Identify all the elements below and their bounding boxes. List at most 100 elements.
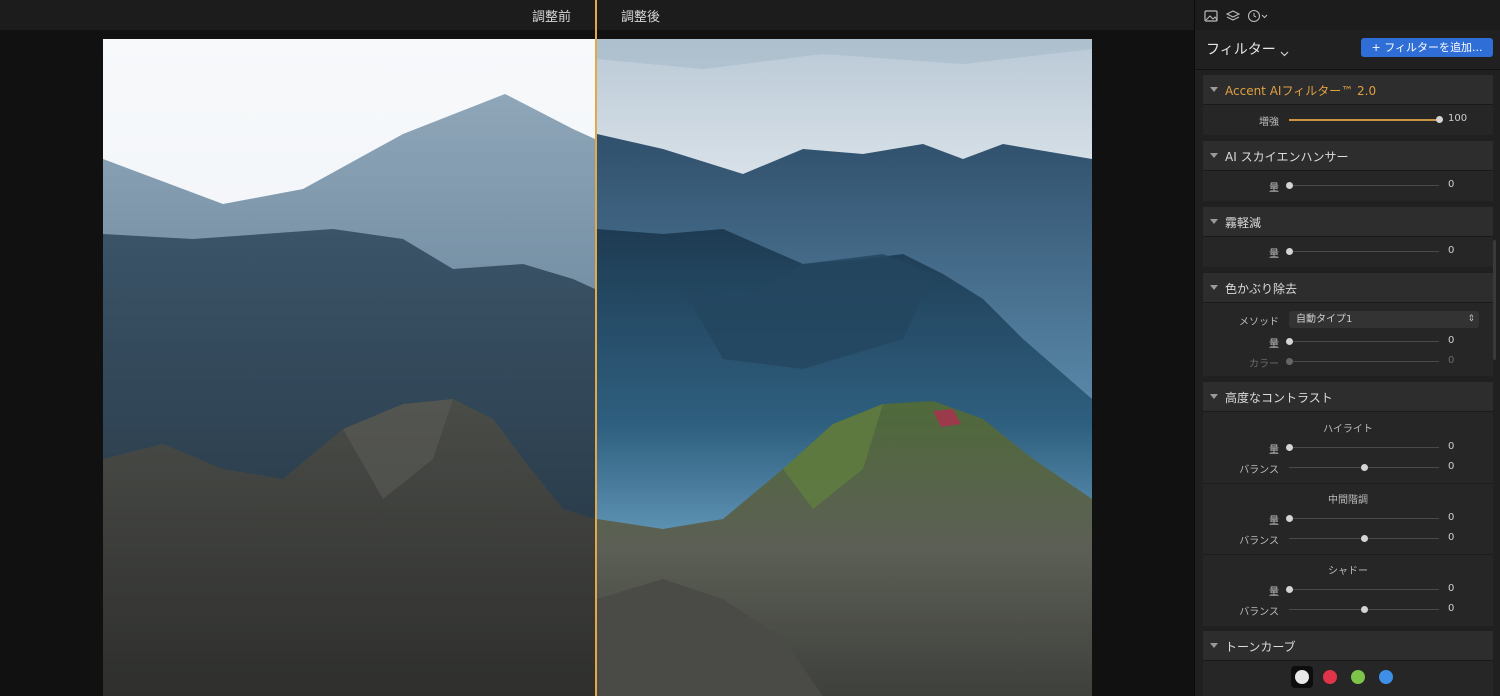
- tone-curve-header[interactable]: トーンカーブ: [1203, 631, 1493, 661]
- filters-title[interactable]: フィルター: [1206, 39, 1276, 59]
- dehaze-amount-slider[interactable]: [1286, 248, 1439, 255]
- midtones-amount-slider[interactable]: [1286, 515, 1439, 522]
- boost-slider[interactable]: [1289, 116, 1443, 123]
- midtones-balance-label: バランス: [1239, 536, 1279, 547]
- collapse-triangle-icon[interactable]: [1210, 285, 1218, 290]
- remove-cast-header[interactable]: 色かぶり除去: [1203, 273, 1493, 303]
- before-label: 調整前: [532, 10, 572, 25]
- boost-value[interactable]: 100: [1448, 113, 1467, 124]
- sky-amount-label: 量: [1269, 183, 1279, 194]
- after-label: 調整後: [621, 10, 661, 25]
- cast-amount-row: 量 0: [1203, 333, 1493, 351]
- advanced-contrast-title: 高度なコントラスト: [1225, 391, 1333, 405]
- collapse-triangle-icon[interactable]: [1210, 153, 1218, 158]
- highlights-amount-value[interactable]: 0: [1448, 441, 1454, 452]
- midtones-amount-knob[interactable]: [1286, 515, 1293, 522]
- boost-label: 増強: [1259, 117, 1279, 128]
- cast-color-slider[interactable]: [1286, 358, 1439, 365]
- midtones-amount-row: 量 0: [1203, 510, 1493, 528]
- add-filter-button[interactable]: + フィルターを追加...: [1361, 38, 1493, 57]
- red-channel-swatch[interactable]: [1323, 670, 1337, 684]
- shadows-amount-value[interactable]: 0: [1448, 583, 1454, 594]
- green-channel-swatch[interactable]: [1351, 670, 1365, 684]
- filters-header: フィルター + フィルターを追加...: [1195, 30, 1500, 70]
- cast-color-row: カラー 0: [1203, 353, 1493, 371]
- midtones-amount-label: 量: [1269, 516, 1279, 527]
- shadows-amount-knob[interactable]: [1286, 586, 1293, 593]
- dehaze-amount-value[interactable]: 0: [1448, 245, 1454, 256]
- highlights-balance-row: バランス 0: [1203, 459, 1493, 477]
- sky-amount-value[interactable]: 0: [1448, 179, 1454, 190]
- highlights-amount-row: 量 0: [1203, 439, 1493, 457]
- cast-amount-label: 量: [1269, 339, 1279, 350]
- shadows-amount-row: 量 0: [1203, 581, 1493, 599]
- collapse-triangle-icon[interactable]: [1210, 643, 1218, 648]
- boost-slider-fill: [1289, 118, 1439, 121]
- method-select[interactable]: 自動タイプ1 ⇕: [1289, 311, 1479, 328]
- sky-amount-knob[interactable]: [1286, 182, 1293, 189]
- shadows-balance-label: バランス: [1239, 607, 1279, 618]
- cast-color-value[interactable]: 0: [1448, 355, 1454, 366]
- midtones-balance-value[interactable]: 0: [1448, 532, 1454, 543]
- highlights-amount-label: 量: [1269, 445, 1279, 456]
- collapse-triangle-icon[interactable]: [1210, 394, 1218, 399]
- shadows-balance-slider[interactable]: [1289, 606, 1439, 613]
- filters-panel: フィルター + フィルターを追加... Accent AIフィルター™ 2.0 …: [1194, 0, 1500, 696]
- remove-cast-title: 色かぶり除去: [1225, 282, 1298, 296]
- collapse-triangle-icon[interactable]: [1210, 219, 1218, 224]
- dehaze-amount-knob[interactable]: [1286, 248, 1293, 255]
- highlights-balance-knob[interactable]: [1361, 464, 1368, 471]
- highlights-amount-knob[interactable]: [1286, 444, 1293, 451]
- layers-icon[interactable]: [1225, 8, 1241, 22]
- shadows-amount-slider[interactable]: [1286, 586, 1439, 593]
- shadows-balance-knob[interactable]: [1361, 606, 1368, 613]
- highlights-title: ハイライト: [1323, 424, 1373, 435]
- panel-toolbar: [1195, 0, 1500, 30]
- shadows-amount-label: 量: [1269, 587, 1279, 598]
- cast-color-knob[interactable]: [1286, 358, 1293, 365]
- luminance-channel-swatch[interactable]: [1295, 670, 1309, 684]
- advanced-contrast-section: 高度なコントラスト ハイライト 量 0 バランス 0 中間階調 量 0 バランス…: [1203, 382, 1493, 626]
- accent-ai-header[interactable]: Accent AIフィルター™ 2.0: [1203, 75, 1493, 105]
- advanced-contrast-header[interactable]: 高度なコントラスト: [1203, 382, 1493, 412]
- chevron-down-icon[interactable]: [1280, 42, 1289, 61]
- photo-preview: [103, 39, 1092, 696]
- sky-enhancer-section: AI スカイエンハンサー 量 0: [1203, 141, 1493, 201]
- dehaze-title: 霧軽減: [1225, 216, 1262, 230]
- dehaze-header[interactable]: 霧軽減: [1203, 207, 1493, 237]
- cast-amount-value[interactable]: 0: [1448, 335, 1454, 346]
- cast-amount-slider[interactable]: [1286, 338, 1439, 345]
- midtones-balance-slider[interactable]: [1289, 535, 1439, 542]
- highlights-amount-slider[interactable]: [1286, 444, 1439, 451]
- sky-enhancer-header[interactable]: AI スカイエンハンサー: [1203, 141, 1493, 171]
- dehaze-amount-label: 量: [1269, 249, 1279, 260]
- compare-split-handle[interactable]: [595, 0, 597, 696]
- method-select-value: 自動タイプ1: [1296, 314, 1353, 325]
- image-canvas[interactable]: 調整前 調整後: [0, 0, 1194, 696]
- method-label: メソッド: [1239, 317, 1279, 328]
- image-icon[interactable]: [1204, 8, 1218, 22]
- boost-slider-knob[interactable]: [1436, 116, 1443, 123]
- highlights-balance-value[interactable]: 0: [1448, 461, 1454, 472]
- collapse-triangle-icon[interactable]: [1210, 87, 1218, 92]
- remove-cast-section: 色かぶり除去 メソッド 自動タイプ1 ⇕ 量 0 カラー 0: [1203, 273, 1493, 376]
- tone-curve-section: トーンカーブ: [1203, 631, 1493, 696]
- divider: [1203, 554, 1493, 555]
- boost-slider-row: 増強 100: [1203, 111, 1493, 129]
- midtones-balance-knob[interactable]: [1361, 535, 1368, 542]
- history-icon[interactable]: [1247, 8, 1271, 23]
- compare-bar: 調整前 調整後: [0, 0, 1194, 30]
- highlights-balance-slider[interactable]: [1289, 464, 1439, 471]
- blue-channel-swatch[interactable]: [1379, 670, 1393, 684]
- sky-amount-row: 量 0: [1203, 177, 1493, 195]
- divider: [1203, 483, 1493, 484]
- cast-amount-knob[interactable]: [1286, 338, 1293, 345]
- midtones-amount-value[interactable]: 0: [1448, 512, 1454, 523]
- panel-scrollbar[interactable]: [1493, 240, 1496, 360]
- sky-amount-slider[interactable]: [1286, 182, 1439, 189]
- tone-curve-title: トーンカーブ: [1225, 640, 1296, 654]
- updown-arrows-icon: ⇕: [1467, 314, 1475, 324]
- shadows-title: シャドー: [1328, 566, 1368, 577]
- shadows-balance-value[interactable]: 0: [1448, 603, 1454, 614]
- curve-channel-selector: [1203, 666, 1493, 688]
